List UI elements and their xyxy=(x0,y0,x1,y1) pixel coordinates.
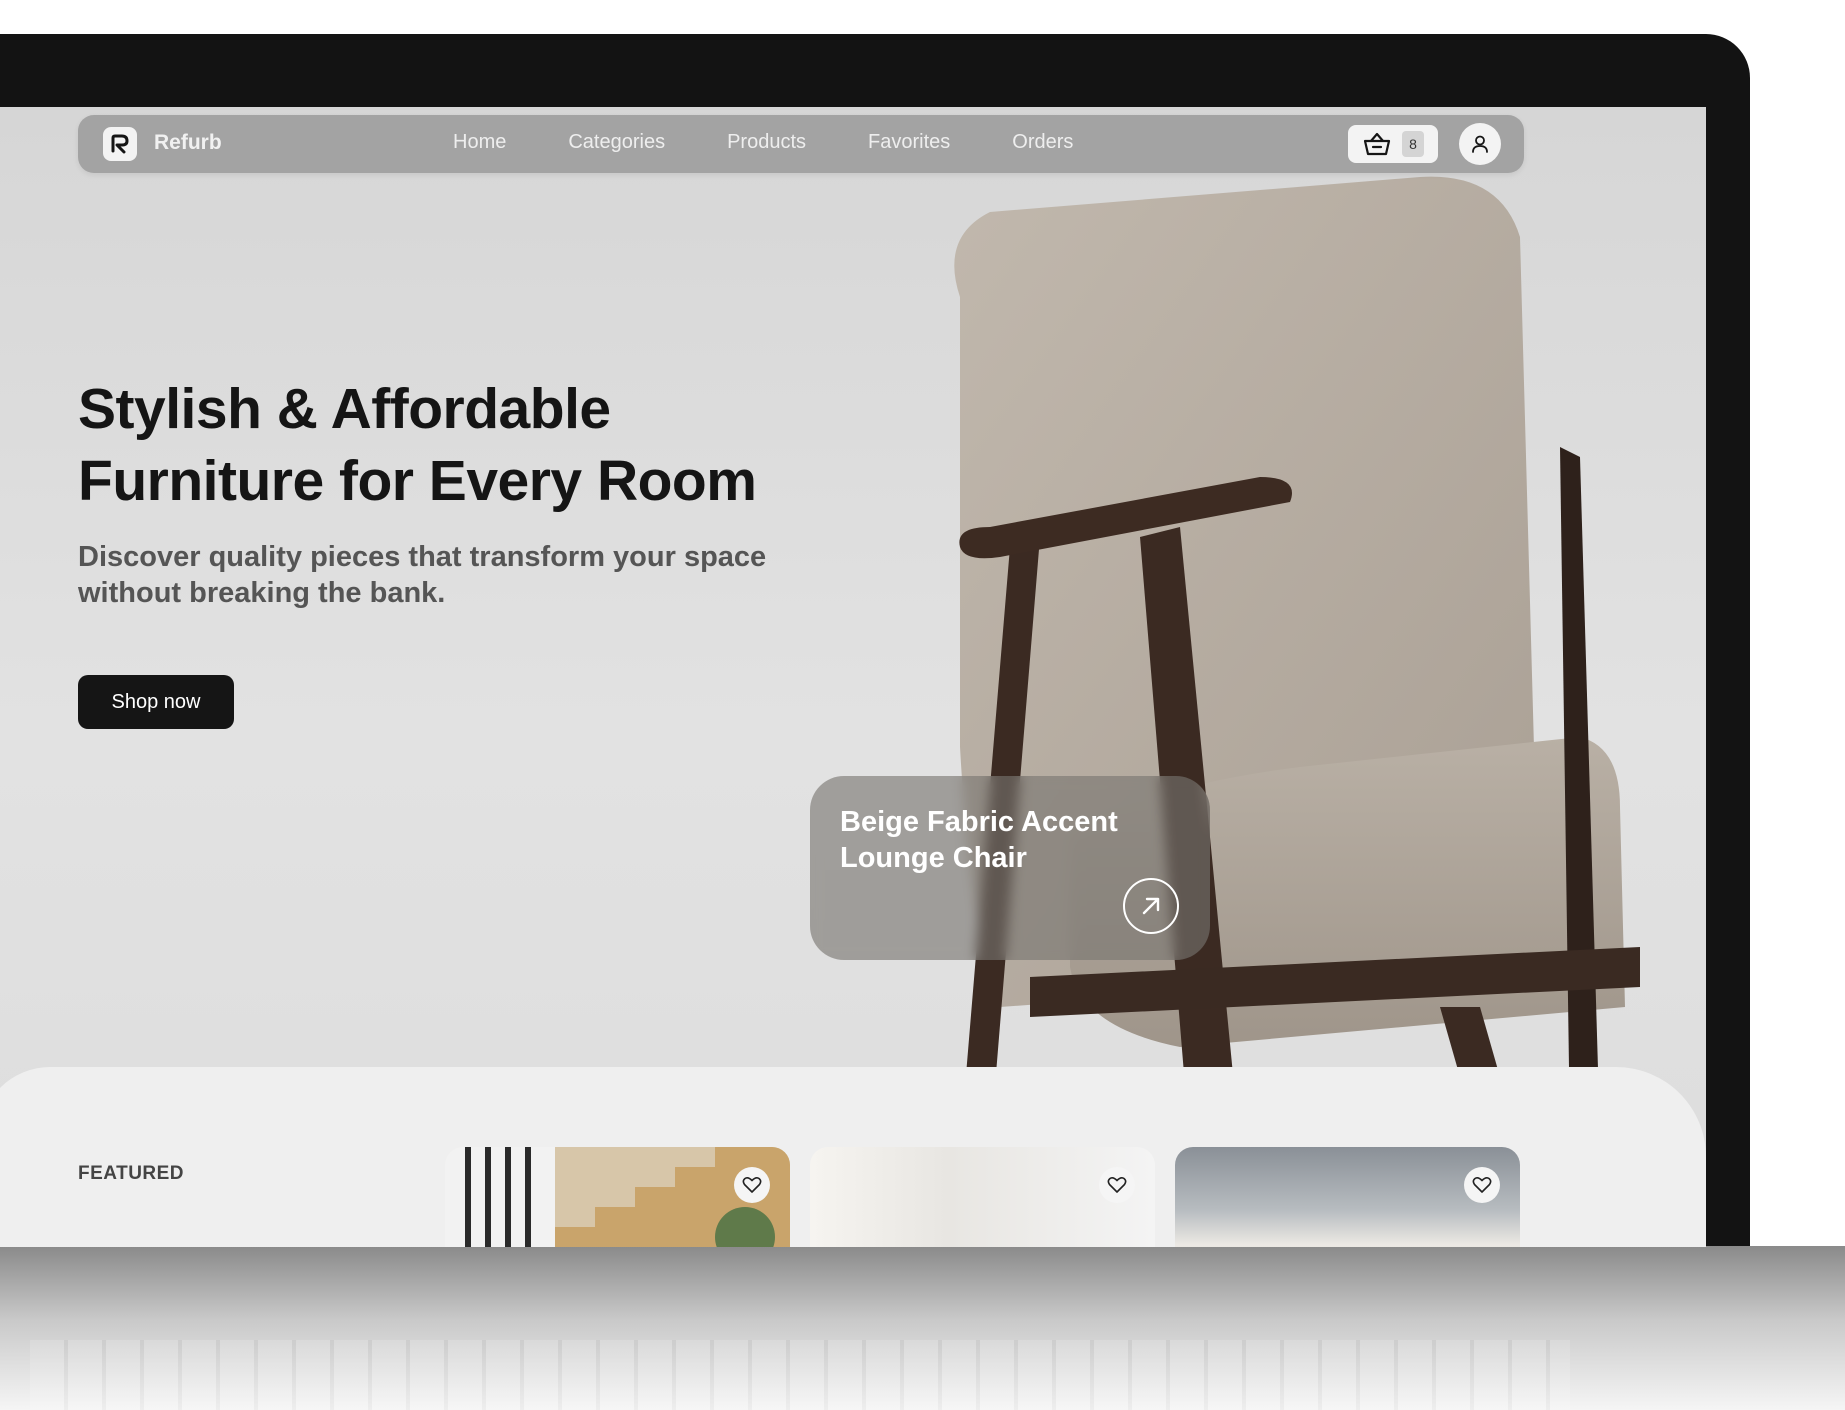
brand-name[interactable]: Refurb xyxy=(154,131,222,155)
cart-count-badge: 8 xyxy=(1402,131,1424,157)
nav-link-categories[interactable]: Categories xyxy=(568,131,665,154)
featured-section: FEATURED xyxy=(0,1067,1706,1247)
view-product-button[interactable] xyxy=(1123,878,1179,934)
chair-image xyxy=(954,176,1640,1147)
nav-links: Home Categories Products Favorites Order… xyxy=(453,131,1135,154)
basket-icon xyxy=(1363,132,1391,156)
featured-card-2[interactable] xyxy=(810,1147,1155,1247)
nav-link-orders[interactable]: Orders xyxy=(1012,131,1073,154)
heart-icon xyxy=(742,1177,762,1193)
nav-link-favorites[interactable]: Favorites xyxy=(868,131,950,154)
product-name: Beige Fabric Accent Lounge Chair xyxy=(840,804,1170,876)
nav-link-home[interactable]: Home xyxy=(453,131,506,154)
refurb-logo-icon[interactable] xyxy=(103,127,137,161)
user-account-button[interactable] xyxy=(1459,123,1501,165)
top-navbar: Refurb Home Categories Products Favorite… xyxy=(78,115,1524,173)
user-icon xyxy=(1472,135,1488,153)
hero-subtitle-line1: Discover quality pieces that transform y… xyxy=(78,541,767,573)
arrow-up-right-icon xyxy=(1142,897,1160,915)
hero-subtitle: Discover quality pieces that transform y… xyxy=(78,539,838,611)
featured-card-3[interactable] xyxy=(1175,1147,1520,1247)
favorite-button[interactable] xyxy=(1099,1167,1135,1203)
favorite-button[interactable] xyxy=(734,1167,770,1203)
featured-card-1[interactable] xyxy=(445,1147,790,1247)
hero-title-line2: Furniture for Every Room xyxy=(78,449,757,513)
product-name-line2: Lounge Chair xyxy=(840,842,1027,874)
featured-label: FEATURED xyxy=(78,1163,185,1184)
heart-icon xyxy=(1472,1177,1492,1193)
nav-link-products[interactable]: Products xyxy=(727,131,806,154)
featured-product-card[interactable]: Beige Fabric Accent Lounge Chair xyxy=(810,776,1210,960)
product-name-line1: Beige Fabric Accent xyxy=(840,806,1118,838)
hero-title-line1: Stylish & Affordable xyxy=(78,377,611,441)
shop-now-button[interactable]: Shop now xyxy=(78,675,234,729)
favorite-button[interactable] xyxy=(1464,1167,1500,1203)
hero-subtitle-line2: without breaking the bank. xyxy=(78,577,446,609)
laptop-keyboard xyxy=(30,1340,1570,1410)
cart-button[interactable]: 8 xyxy=(1348,125,1438,163)
website-screen: Refurb Home Categories Products Favorite… xyxy=(0,107,1706,1247)
hero-title: Stylish & Affordable Furniture for Every… xyxy=(78,373,838,517)
heart-icon xyxy=(1107,1177,1127,1193)
